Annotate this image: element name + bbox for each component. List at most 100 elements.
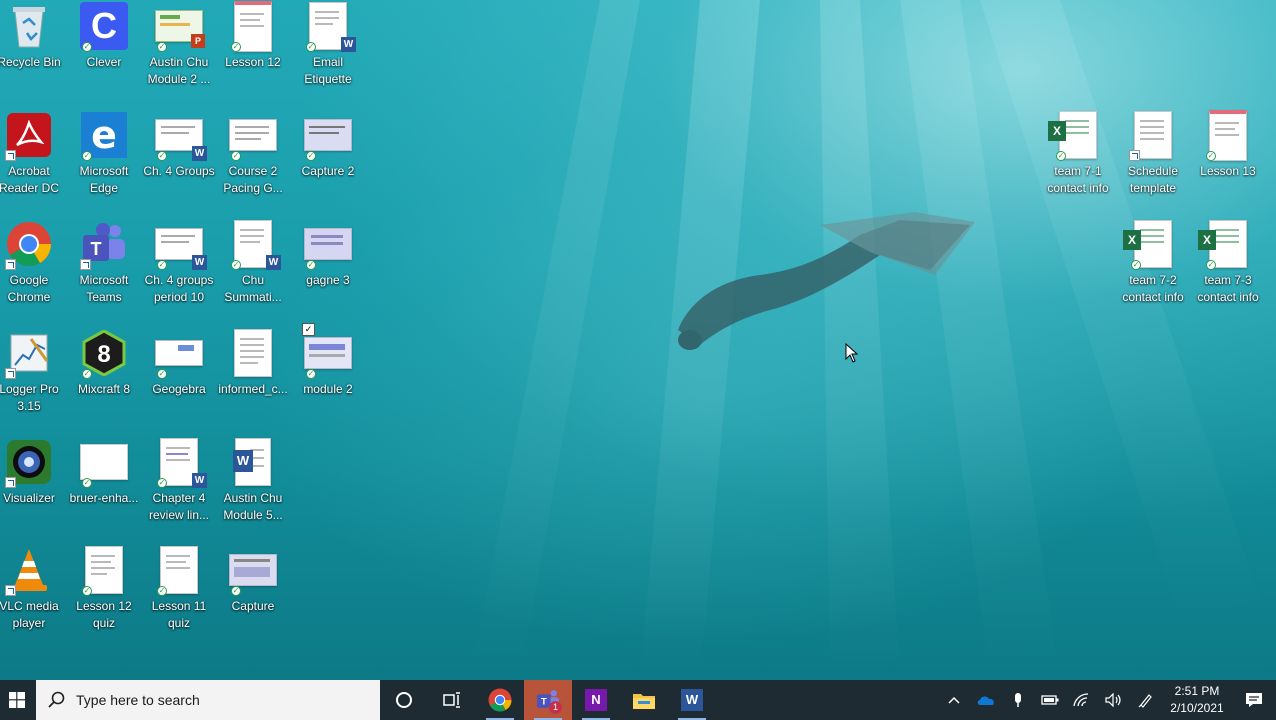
- sync-status-icon: ✓: [82, 369, 92, 379]
- icon-label: VLC media player: [0, 599, 59, 630]
- desktop-icon-visualizer[interactable]: Visualizer: [0, 436, 66, 540]
- desktop-icon-lesson-11-quiz[interactable]: ✓ Lesson 11 quiz: [142, 544, 216, 648]
- volume-tray-button[interactable]: [1098, 680, 1130, 720]
- icon-label: Lesson 13: [1200, 164, 1256, 178]
- show-hidden-icons-button[interactable]: [938, 680, 970, 720]
- desktop-icon-austin-chu-module-5[interactable]: W Austin Chu Module 5...: [216, 436, 290, 540]
- desktop-icon-team-7-2-contact-info[interactable]: X ✓ team 7-2 contact info: [1116, 218, 1190, 322]
- desktop-icon-course-2-pacing[interactable]: ✓ Course 2 Pacing G...: [216, 109, 290, 213]
- recycle-bin-icon: [5, 2, 53, 50]
- microphone-tray-button[interactable]: [1002, 680, 1034, 720]
- sync-status-icon: ✓: [157, 478, 167, 488]
- icon-label: Google Chrome: [7, 273, 51, 304]
- desktop-icon-lesson-12[interactable]: ✓ Lesson 12: [216, 0, 290, 104]
- desktop-icon-microsoft-teams[interactable]: T Microsoft Teams: [67, 218, 141, 322]
- desktop-icon-gagne-3[interactable]: ✓ gagne 3: [291, 218, 365, 322]
- desktop-icon-vlc-media-player[interactable]: VLC media player: [0, 544, 66, 648]
- word-file-icon: W ✓: [155, 111, 207, 161]
- battery-icon: [1041, 695, 1059, 705]
- desktop-icon-email-etiquette[interactable]: W ✓ Email Etiquette: [291, 0, 365, 104]
- cortana-button[interactable]: [380, 680, 428, 720]
- battery-tray-button[interactable]: [1034, 680, 1066, 720]
- desktop-icon-bruer-enha[interactable]: ✓ bruer-enha...: [67, 436, 141, 540]
- sync-status-icon: ✓: [157, 369, 167, 379]
- icon-label: Visualizer: [3, 491, 55, 505]
- document-file-icon: ✓: [80, 546, 128, 596]
- taskbar-search-box[interactable]: Type here to search: [36, 680, 380, 720]
- taskbar-word[interactable]: W: [668, 680, 716, 720]
- icon-label: Mixcraft 8: [77, 382, 130, 396]
- desktop-icon-google-chrome[interactable]: Google Chrome: [0, 218, 66, 322]
- taskbar-file-explorer[interactable]: [620, 680, 668, 720]
- desktop-icon-geogebra[interactable]: ✓ Geogebra: [142, 327, 216, 431]
- desktop-icon-informed-c[interactable]: informed_c...: [216, 327, 290, 431]
- icon-label: team 7-2 contact info: [1122, 273, 1184, 304]
- teams-notification-badge: 1: [549, 701, 562, 714]
- desktop-icon-chapter-4-review[interactable]: W ✓ Chapter 4 review lin...: [142, 436, 216, 540]
- word-badge-icon: W: [266, 255, 281, 270]
- icon-label: Ch. 4 Groups: [143, 164, 215, 178]
- icon-label: Schedule template: [1127, 164, 1179, 195]
- sync-status-icon: ✓: [306, 369, 316, 379]
- desktop-icon-chu-summative[interactable]: W ✓ Chu Summati...: [216, 218, 290, 322]
- network-tray-button[interactable]: [1066, 680, 1098, 720]
- pen-workspace-tray-button[interactable]: [1130, 680, 1162, 720]
- visualizer-app-icon: [5, 438, 53, 488]
- icon-label: Ch. 4 groups period 10: [144, 273, 214, 304]
- image-file-icon: ✓: [304, 220, 352, 270]
- desktop-icon-module-2[interactable]: ✓ ✓ module 2: [291, 323, 365, 431]
- checkbox-selected-icon: ✓: [302, 323, 315, 336]
- desktop-icon-mixcraft[interactable]: 8 ✓ Mixcraft 8: [67, 327, 141, 431]
- desktop-icon-team-7-3-contact-info[interactable]: X ✓ team 7-3 contact info: [1191, 218, 1265, 322]
- sync-status-icon: ✓: [306, 151, 316, 161]
- sync-status-icon: ✓: [157, 151, 167, 161]
- document-file-icon: [1129, 111, 1177, 161]
- desktop-icon-capture[interactable]: ✓ Capture: [216, 544, 290, 648]
- image-file-icon: ✓: [80, 438, 128, 488]
- icon-label: Geogebra: [152, 382, 206, 396]
- icon-label: Microsoft Edge: [79, 164, 129, 195]
- task-view-button[interactable]: [428, 680, 476, 720]
- logger-pro-icon: [5, 329, 53, 379]
- desktop-icon-acrobat-reader[interactable]: Acrobat Reader DC: [0, 109, 66, 213]
- icon-label: module 2: [303, 382, 353, 396]
- excel-badge-icon: X: [1198, 230, 1216, 250]
- powerpoint-badge-icon: P: [191, 34, 205, 48]
- desktop-icon-schedule-template[interactable]: Schedule template: [1116, 109, 1190, 213]
- acrobat-reader-icon: [5, 111, 53, 161]
- document-file-icon: ✓: [1204, 109, 1252, 161]
- desktop-icon-austin-chu-module-2[interactable]: P ✓ Austin Chu Module 2 ...: [142, 0, 216, 104]
- desktop-icon-team-7-1-contact-info[interactable]: X ✓ team 7-1 contact info: [1041, 109, 1115, 213]
- desktop-icon-logger-pro[interactable]: Logger Pro 3.15: [0, 327, 66, 431]
- sync-status-icon: ✓: [1056, 151, 1066, 161]
- onedrive-tray-button[interactable]: [970, 680, 1002, 720]
- icon-label: Capture: [231, 599, 275, 613]
- taskbar-clock[interactable]: 2:51 PM 2/10/2021: [1162, 683, 1232, 717]
- search-placeholder: Type here to search: [76, 692, 200, 708]
- start-button[interactable]: [0, 680, 34, 720]
- desktop-icon-ch-4-groups-period-10[interactable]: W ✓ Ch. 4 groups period 10: [142, 218, 216, 322]
- taskbar-onenote[interactable]: N: [572, 680, 620, 720]
- taskbar: Type here to search T 1 N W 2:51 PM 2/10…: [0, 680, 1276, 720]
- desktop-icon-ch-4-groups[interactable]: W ✓ Ch. 4 Groups: [142, 109, 216, 213]
- desktop-icon-microsoft-edge[interactable]: e ✓ Microsoft Edge: [67, 109, 141, 213]
- word-file-icon: W ✓: [155, 438, 207, 488]
- action-center-button[interactable]: [1232, 680, 1276, 720]
- desktop-icon-recycle-bin[interactable]: Recycle Bin: [0, 0, 66, 104]
- wifi-icon: [1073, 693, 1089, 707]
- system-tray: 2:51 PM 2/10/2021: [938, 680, 1276, 720]
- document-file-icon: ✓: [155, 546, 203, 596]
- icon-label: Logger Pro 3.15: [0, 382, 59, 413]
- icon-label: Lesson 12 quiz: [76, 599, 132, 630]
- svg-text:8: 8: [97, 341, 110, 368]
- taskbar-chrome[interactable]: [476, 680, 524, 720]
- word-file-icon: W: [229, 438, 277, 486]
- icon-label: Lesson 12: [225, 55, 281, 69]
- desktop-icon-clever[interactable]: C ✓ Clever: [67, 0, 141, 104]
- excel-badge-icon: X: [1123, 230, 1141, 250]
- desktop-icon-lesson-13[interactable]: ✓ Lesson 13: [1191, 109, 1265, 213]
- taskbar-teams[interactable]: T 1: [524, 680, 572, 720]
- word-badge-icon: W: [192, 146, 207, 161]
- desktop-icon-capture-2[interactable]: ✓ Capture 2: [291, 109, 365, 213]
- desktop-icon-lesson-12-quiz[interactable]: ✓ Lesson 12 quiz: [67, 544, 141, 648]
